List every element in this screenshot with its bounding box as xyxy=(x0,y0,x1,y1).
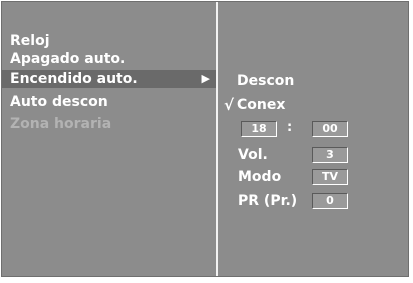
program-field[interactable]: 0 xyxy=(312,193,348,209)
menu-item-auto-descon[interactable]: Auto descon xyxy=(10,93,108,111)
option-conex[interactable]: Conex xyxy=(237,96,285,114)
checkmark-icon: √ xyxy=(224,96,235,114)
volume-field[interactable]: 3 xyxy=(312,147,348,163)
mode-field[interactable]: TV xyxy=(312,169,348,185)
hour-field[interactable]: 18 xyxy=(241,121,277,137)
volume-label: Vol. xyxy=(238,147,268,163)
menu-item-apagado-auto[interactable]: Apagado auto. xyxy=(10,50,125,68)
program-label: PR (Pr.) xyxy=(238,193,298,209)
time-separator: : xyxy=(287,120,293,135)
mode-label: Modo xyxy=(238,169,282,185)
menu-item-label: Encendido auto. xyxy=(10,71,138,87)
menu-item-reloj[interactable]: Reloj xyxy=(10,32,50,50)
arrow-right-icon: ▶ xyxy=(201,72,210,85)
option-descon[interactable]: Descon xyxy=(237,72,294,90)
panel-divider xyxy=(216,2,218,276)
menu-item-zona-horaria: Zona horaria xyxy=(10,116,112,132)
minute-field[interactable]: 00 xyxy=(312,121,348,137)
osd-menu-panel: Reloj Apagado auto. Encendido auto. ▶ Au… xyxy=(1,1,409,277)
menu-item-encendido-auto[interactable]: Encendido auto. ▶ xyxy=(2,70,216,88)
